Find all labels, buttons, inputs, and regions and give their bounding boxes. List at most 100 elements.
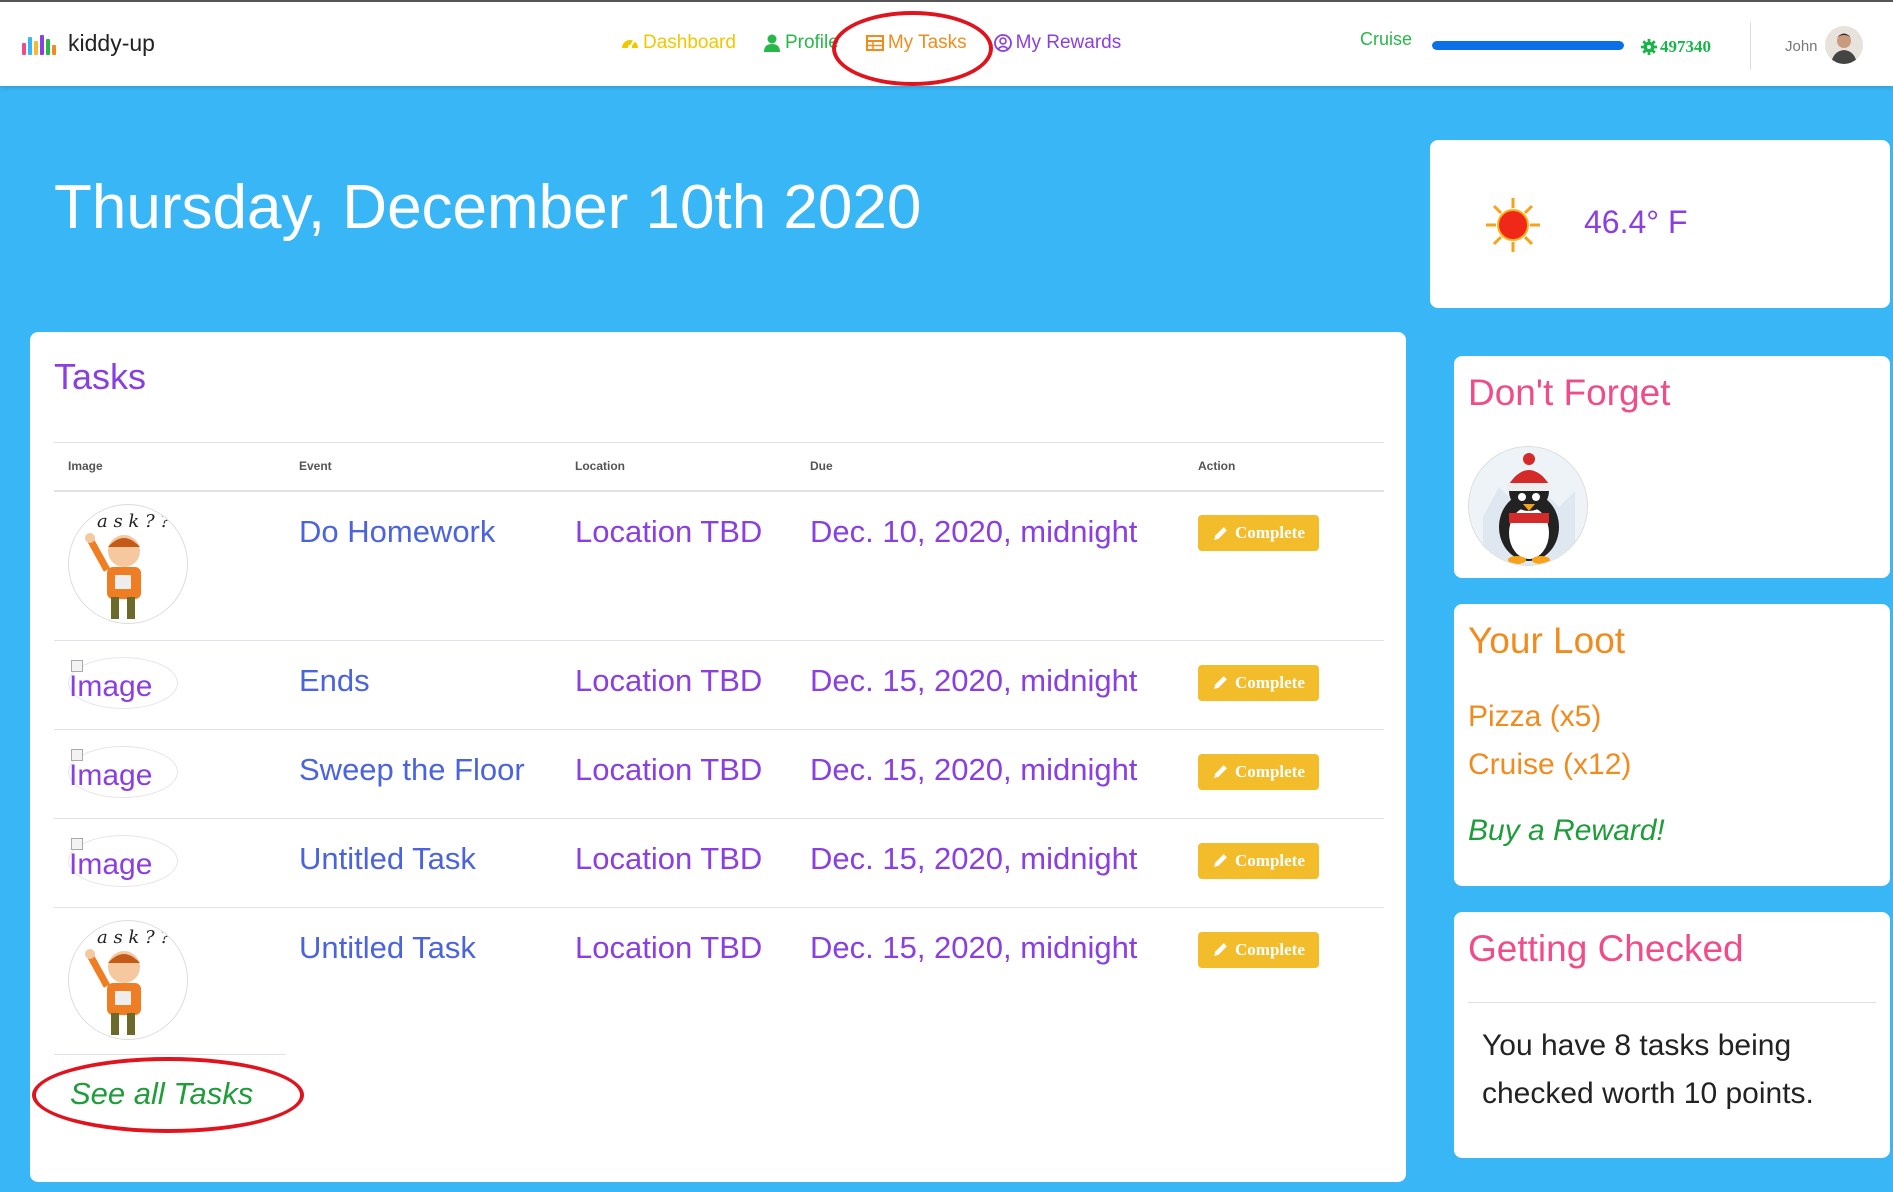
reward-progress-fill [1432, 41, 1624, 50]
broken-image: Image [68, 746, 178, 798]
task-location: Location TBD [561, 818, 796, 908]
loot-item: Cruise (x12) [1468, 748, 1632, 781]
main-nav: Dashboard Profile My Tasks My Rewards [620, 11, 1122, 86]
your-loot-card: Your Loot Pizza (x5) Cruise (x12) Buy a … [1454, 604, 1890, 886]
tasks-card-title: Tasks [54, 356, 147, 397]
task-action-cell: Complete [1184, 729, 1384, 819]
task-action-cell: Complete [1184, 818, 1384, 908]
task-image-cell: Image [54, 818, 285, 908]
complete-button[interactable]: Complete [1198, 515, 1319, 551]
pencil-icon [1214, 765, 1227, 778]
task-image-ask-boy: a s k ? ? [68, 920, 188, 1040]
user-avatar[interactable] [1825, 26, 1863, 64]
user-icon [763, 34, 780, 52]
nav-my-rewards[interactable]: My Rewards [993, 32, 1122, 54]
task-action-cell: Complete [1184, 490, 1384, 641]
task-image-cell: Image [54, 729, 285, 819]
nav-my-tasks-label: My Tasks [887, 32, 967, 53]
nav-divider [1750, 22, 1751, 70]
nav-dashboard[interactable]: Dashboard [620, 32, 736, 54]
weather-card: 46.4° F [1430, 140, 1890, 308]
pencil-icon [1214, 943, 1227, 956]
points-display: 497340 [1640, 37, 1711, 57]
see-all-divider [54, 1054, 286, 1055]
pencil-icon [1214, 676, 1227, 689]
reward-progress-bar [1432, 41, 1624, 50]
column-header-action: Action [1184, 442, 1384, 492]
table-row: Image Sweep the Floor Location TBD Dec. … [54, 729, 1384, 819]
table-row: Image Untitled Task Location TBD Dec. 15… [54, 818, 1384, 908]
loot-item: Pizza (x5) [1468, 700, 1602, 733]
complete-button[interactable]: Complete [1198, 931, 1319, 968]
tasks-card: Tasks Image Event Location Due Action a … [30, 332, 1406, 1182]
complete-button[interactable]: Complete [1198, 664, 1319, 701]
task-event[interactable]: Do Homework [285, 490, 561, 641]
nav-profile-label: Profile [784, 32, 839, 53]
column-header-location: Location [561, 442, 796, 492]
task-due: Dec. 15, 2020, midnight [810, 930, 1138, 965]
column-header-due: Due [796, 442, 1184, 492]
complete-button-label: Complete [1235, 761, 1305, 781]
complete-button[interactable]: Complete [1198, 842, 1319, 879]
your-loot-title: Your Loot [1468, 620, 1626, 661]
table-header-row: Image Event Location Due Action [54, 442, 1384, 492]
complete-button[interactable]: Complete [1198, 753, 1319, 790]
pencil-icon [1214, 854, 1227, 867]
task-due: Dec. 15, 2020, midnight [796, 729, 1184, 819]
task-action-cell: Complete [1184, 908, 1384, 1058]
reward-goal-label: Cruise [1360, 29, 1413, 49]
pencil-icon [1214, 526, 1227, 540]
task-location: Location TBD [561, 490, 796, 641]
broken-image-alt: Image [69, 848, 153, 881]
complete-button-label: Complete [1235, 850, 1305, 870]
dont-forget-title: Don't Forget [1468, 372, 1671, 413]
task-event[interactable]: Ends [285, 640, 561, 730]
task-image-cell: a s k ? ? [54, 490, 285, 641]
nav-profile[interactable]: Profile [762, 32, 839, 54]
points-value: 497340 [1660, 37, 1711, 56]
task-due: Dec. 10, 2020, midnight [796, 490, 1184, 641]
task-image-ask-boy: a s k ? ? [68, 503, 188, 624]
task-location: Location TBD [561, 729, 796, 819]
task-event[interactable]: Sweep the Floor [285, 729, 561, 819]
table-icon [865, 35, 884, 51]
top-navbar: kiddy-up Dashboard Profile My Tasks My R… [0, 0, 1893, 86]
column-header-image: Image [54, 442, 285, 492]
broken-image: Image [68, 657, 178, 709]
temperature: 46.4° F [1584, 204, 1688, 240]
see-all-tasks-link[interactable]: See all Tasks [70, 1076, 253, 1112]
brand-name: kiddy-up [68, 30, 155, 56]
page-date-title: Thursday, December 10th 2020 [54, 173, 922, 242]
complete-button-label: Complete [1235, 939, 1305, 959]
nav-my-tasks[interactable]: My Tasks [831, 11, 993, 86]
buy-reward-link[interactable]: Buy a Reward! [1468, 814, 1665, 848]
gear-icon [1640, 38, 1658, 56]
nav-dashboard-label: Dashboard [643, 32, 736, 53]
getting-checked-text: You have 8 tasks being checked worth 10 … [1482, 1029, 1814, 1110]
brand-logo-icon [22, 33, 56, 55]
penguin-avatar[interactable] [1468, 446, 1588, 566]
complete-button-label: Complete [1235, 523, 1305, 542]
svg-text:a s k ? ?: a s k ? ? [97, 927, 170, 948]
table-row: a s k ? ? Do Homework Location TBD Dec. … [54, 490, 1384, 641]
task-location: Location TBD [575, 930, 763, 965]
table-row: Image Ends Location TBD Dec. 15, 2020, m… [54, 640, 1384, 730]
nav-my-rewards-label: My Rewards [1015, 32, 1122, 53]
task-action-cell: Complete [1184, 640, 1384, 730]
task-location: Location TBD [561, 640, 796, 730]
task-event[interactable]: Untitled Task [285, 908, 561, 1058]
task-due: Dec. 15, 2020, midnight [796, 640, 1184, 730]
user-circle-icon [993, 34, 1012, 52]
getting-checked-title: Getting Checked [1468, 928, 1744, 969]
brand[interactable]: kiddy-up [22, 30, 155, 57]
getting-checked-divider [1468, 1002, 1876, 1003]
task-event[interactable]: Untitled Task [285, 818, 561, 908]
getting-checked-card: Getting Checked You have 8 tasks being c… [1454, 912, 1890, 1158]
tasks-table: Image Event Location Due Action a s k ? … [54, 442, 1384, 1058]
broken-image-alt: Image [69, 759, 153, 792]
task-due: Dec. 15, 2020, midnight [796, 818, 1184, 908]
complete-button-label: Complete [1235, 672, 1305, 692]
user-name[interactable]: John [1785, 38, 1818, 55]
dont-forget-card: Don't Forget [1454, 356, 1890, 578]
broken-image: Image [68, 835, 178, 887]
